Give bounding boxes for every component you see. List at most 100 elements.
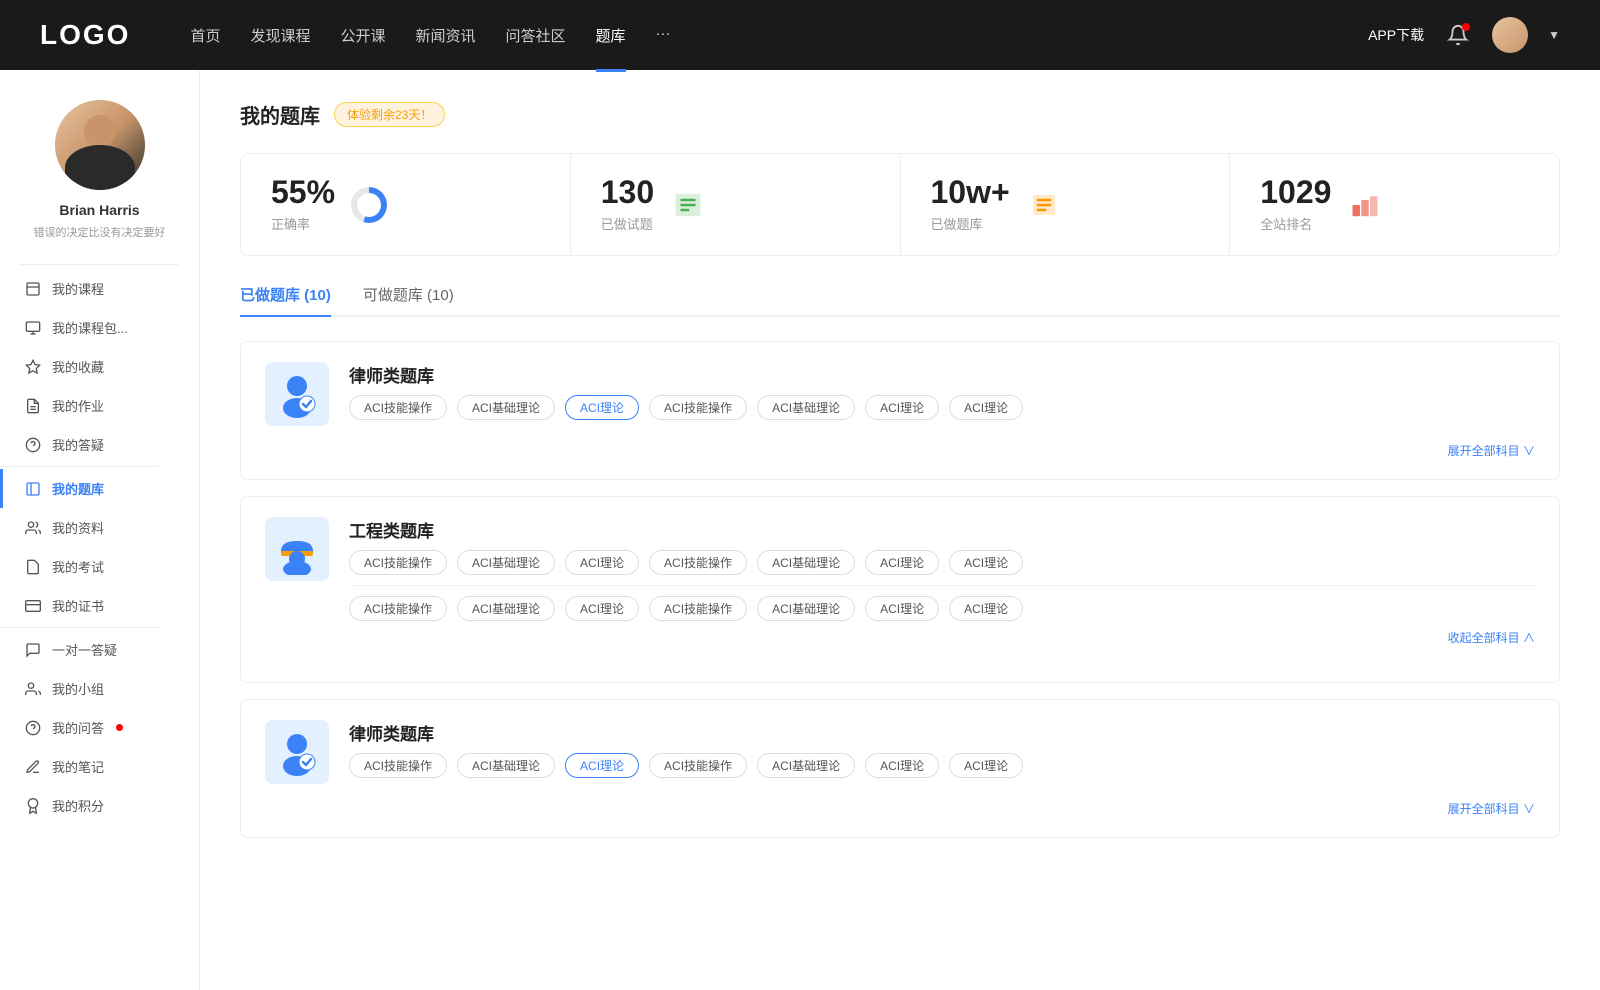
qbank-tags-lawyer1: ACI技能操作 ACI基础理论 ACI理论 ACI技能操作 ACI基础理论 AC… — [349, 395, 1023, 420]
course-pkg-icon — [24, 319, 42, 337]
sidebar-item-group[interactable]: 我的小组 — [0, 669, 199, 708]
accuracy-donut-chart — [351, 187, 387, 223]
tag[interactable]: ACI理论 — [865, 550, 939, 575]
sidebar-item-question-bank[interactable]: 我的题库 — [0, 469, 199, 508]
tag[interactable]: ACI技能操作 — [649, 596, 747, 621]
qbank-avatar-lawyer1 — [265, 362, 329, 426]
qbank-avatar-engineer — [265, 517, 329, 581]
tag-selected[interactable]: ACI理论 — [565, 395, 639, 420]
sidebar: Brian Harris 错误的决定比没有决定要好 我的课程 我的课程包... — [0, 70, 200, 990]
nav-question-bank[interactable]: 题库 — [596, 21, 626, 50]
sidebar-item-course-pkg[interactable]: 我的课程包... — [0, 308, 199, 347]
certificate-icon — [24, 597, 42, 615]
qbank-card-lawyer2: 律师类题库 ACI技能操作 ACI基础理论 ACI理论 ACI技能操作 ACI基… — [240, 699, 1560, 838]
user-menu-chevron[interactable]: ▼ — [1548, 28, 1560, 42]
tag[interactable]: ACI技能操作 — [649, 395, 747, 420]
sidebar-item-favorites[interactable]: 我的收藏 — [0, 347, 199, 386]
sidebar-user-name: Brian Harris — [59, 202, 139, 218]
questions-notification-dot — [116, 724, 123, 731]
sidebar-item-certificate[interactable]: 我的证书 — [0, 586, 199, 625]
main-content: 我的题库 体验剩余23天！ 55% 正确率 130 已做试题 — [200, 70, 1600, 990]
sidebar-item-label: 我的笔记 — [52, 757, 104, 776]
tag[interactable]: ACI基础理论 — [457, 395, 555, 420]
sidebar-divider-top — [20, 264, 179, 265]
qbank-header: 工程类题库 ACI技能操作 ACI基础理论 ACI理论 ACI技能操作 ACI基… — [265, 517, 1535, 646]
tag[interactable]: ACI理论 — [565, 550, 639, 575]
done-banks-value: 10w+ — [931, 176, 1010, 208]
tag[interactable]: ACI基础理论 — [457, 550, 555, 575]
sidebar-item-questions[interactable]: 我的问答 — [0, 708, 199, 747]
bank-tabs: 已做题库 (10) 可做题库 (10) — [240, 284, 1560, 317]
sidebar-item-points[interactable]: 我的积分 — [0, 786, 199, 825]
sidebar-divider-mid — [0, 466, 159, 467]
sidebar-user-motto: 错误的决定比没有决定要好 — [24, 224, 176, 240]
sidebar-item-label: 我的小组 — [52, 679, 104, 698]
user-avatar[interactable] — [1492, 17, 1528, 53]
navbar-right: APP下载 ▼ — [1368, 17, 1560, 53]
sidebar-divider-2 — [0, 627, 159, 628]
nav-home[interactable]: 首页 — [190, 21, 220, 50]
tag[interactable]: ACI技能操作 — [349, 550, 447, 575]
tag[interactable]: ACI基础理论 — [457, 753, 555, 778]
accuracy-value: 55% — [271, 176, 335, 208]
sidebar-item-my-courses[interactable]: 我的课程 — [0, 269, 199, 308]
tab-available[interactable]: 可做题库 (10) — [363, 284, 454, 317]
rank-label: 全站排名 — [1260, 214, 1331, 233]
tag[interactable]: ACI技能操作 — [349, 753, 447, 778]
tag[interactable]: ACI理论 — [949, 753, 1023, 778]
app-download-btn[interactable]: APP下载 — [1368, 25, 1424, 45]
tag[interactable]: ACI基础理论 — [757, 753, 855, 778]
profile-icon — [24, 519, 42, 537]
tag[interactable]: ACI理论 — [949, 395, 1023, 420]
nav-discover[interactable]: 发现课程 — [250, 21, 310, 50]
sidebar-item-label: 我的作业 — [52, 396, 104, 415]
qbank-card-engineer: 工程类题库 ACI技能操作 ACI基础理论 ACI理论 ACI技能操作 ACI基… — [240, 496, 1560, 683]
expand-lawyer1-btn[interactable]: 展开全部科目 ∨ — [1448, 442, 1535, 459]
notification-bell[interactable] — [1444, 21, 1472, 49]
sidebar-item-homework[interactable]: 我的作业 — [0, 386, 199, 425]
stat-done-questions: 130 已做试题 — [571, 154, 901, 255]
tag[interactable]: ACI理论 — [949, 550, 1023, 575]
nav-more[interactable]: ··· — [656, 21, 671, 50]
exam-icon — [24, 558, 42, 576]
tag[interactable]: ACI基础理论 — [757, 550, 855, 575]
collapse-engineer-btn[interactable]: 收起全部科目 ∧ — [1448, 629, 1535, 646]
sidebar-item-profile[interactable]: 我的资料 — [0, 508, 199, 547]
qbank-title-engineer: 工程类题库 — [349, 517, 1535, 542]
tag[interactable]: ACI技能操作 — [349, 596, 447, 621]
sidebar-item-tutor[interactable]: 一对一答疑 — [0, 630, 199, 669]
tag[interactable]: ACI理论 — [865, 753, 939, 778]
tag[interactable]: ACI基础理论 — [757, 596, 855, 621]
points-icon — [24, 797, 42, 815]
tag[interactable]: ACI基础理论 — [457, 596, 555, 621]
expand-lawyer2-btn[interactable]: 展开全部科目 ∨ — [1448, 800, 1535, 817]
qbank-card-lawyer1: 律师类题库 ACI技能操作 ACI基础理论 ACI理论 ACI技能操作 ACI基… — [240, 341, 1560, 480]
tag[interactable]: ACI技能操作 — [649, 753, 747, 778]
page-header: 我的题库 体验剩余23天！ — [240, 100, 1560, 129]
tag[interactable]: ACI理论 — [865, 596, 939, 621]
tag[interactable]: ACI基础理论 — [757, 395, 855, 420]
sidebar-item-qa[interactable]: 我的答疑 — [0, 425, 199, 464]
qbank-avatar-lawyer2 — [265, 720, 329, 784]
main-layout: Brian Harris 错误的决定比没有决定要好 我的课程 我的课程包... — [0, 70, 1600, 990]
qbank-title-lawyer2: 律师类题库 — [349, 720, 1023, 745]
navbar-links: 首页 发现课程 公开课 新闻资讯 问答社区 题库 ··· — [190, 21, 1328, 50]
tag[interactable]: ACI理论 — [865, 395, 939, 420]
sidebar-item-label: 我的考试 — [52, 557, 104, 576]
qbank-tags-engineer-row1: ACI技能操作 ACI基础理论 ACI理论 ACI技能操作 ACI基础理论 AC… — [349, 550, 1535, 575]
done-banks-icon — [1026, 187, 1062, 223]
stats-row: 55% 正确率 130 已做试题 — [240, 153, 1560, 256]
tag[interactable]: ACI理论 — [949, 596, 1023, 621]
sidebar-item-exam[interactable]: 我的考试 — [0, 547, 199, 586]
nav-open-course[interactable]: 公开课 — [340, 21, 385, 50]
tab-done[interactable]: 已做题库 (10) — [240, 284, 331, 317]
nav-news[interactable]: 新闻资讯 — [416, 21, 476, 50]
tag[interactable]: ACI技能操作 — [349, 395, 447, 420]
nav-qa[interactable]: 问答社区 — [506, 21, 566, 50]
qbank-tags-lawyer2: ACI技能操作 ACI基础理论 ACI理论 ACI技能操作 ACI基础理论 AC… — [349, 753, 1023, 778]
tag-selected[interactable]: ACI理论 — [565, 753, 639, 778]
tag[interactable]: ACI理论 — [565, 596, 639, 621]
favorites-icon — [24, 358, 42, 376]
sidebar-item-notes[interactable]: 我的笔记 — [0, 747, 199, 786]
tag[interactable]: ACI技能操作 — [649, 550, 747, 575]
